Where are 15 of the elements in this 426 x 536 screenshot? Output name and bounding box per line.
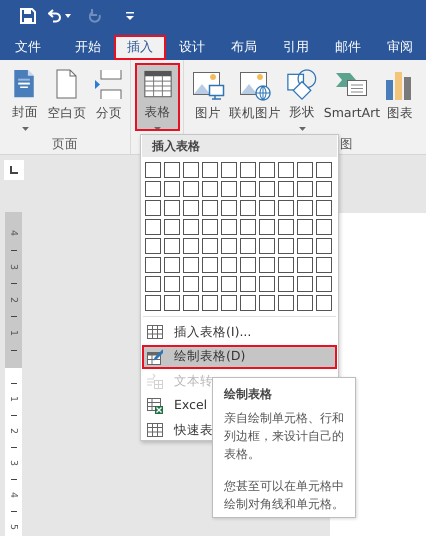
group-label: 页面	[52, 136, 78, 152]
ruler-number: 4	[8, 492, 18, 498]
tooltip-text: 亲自绘制单元格、行和列边框，来设计自己的表格。	[224, 410, 345, 463]
tooltip-title: 绘制表格	[224, 386, 273, 402]
ruler-number: 1	[8, 330, 18, 336]
ruler-number: 3	[8, 460, 18, 466]
menu-header: 插入表格	[142, 135, 337, 157]
group-label: 图	[340, 136, 353, 152]
ruler-number: 2	[8, 428, 18, 434]
tooltip-text: 您甚至可以在单元格中绘制对角线和单元格。	[224, 478, 345, 513]
ruler-number: 1	[8, 396, 18, 402]
ruler-number: 4	[8, 230, 18, 236]
ruler-number: 2	[8, 297, 18, 304]
ruler-number: 3	[8, 264, 18, 270]
ruler-number: 5	[8, 524, 18, 530]
